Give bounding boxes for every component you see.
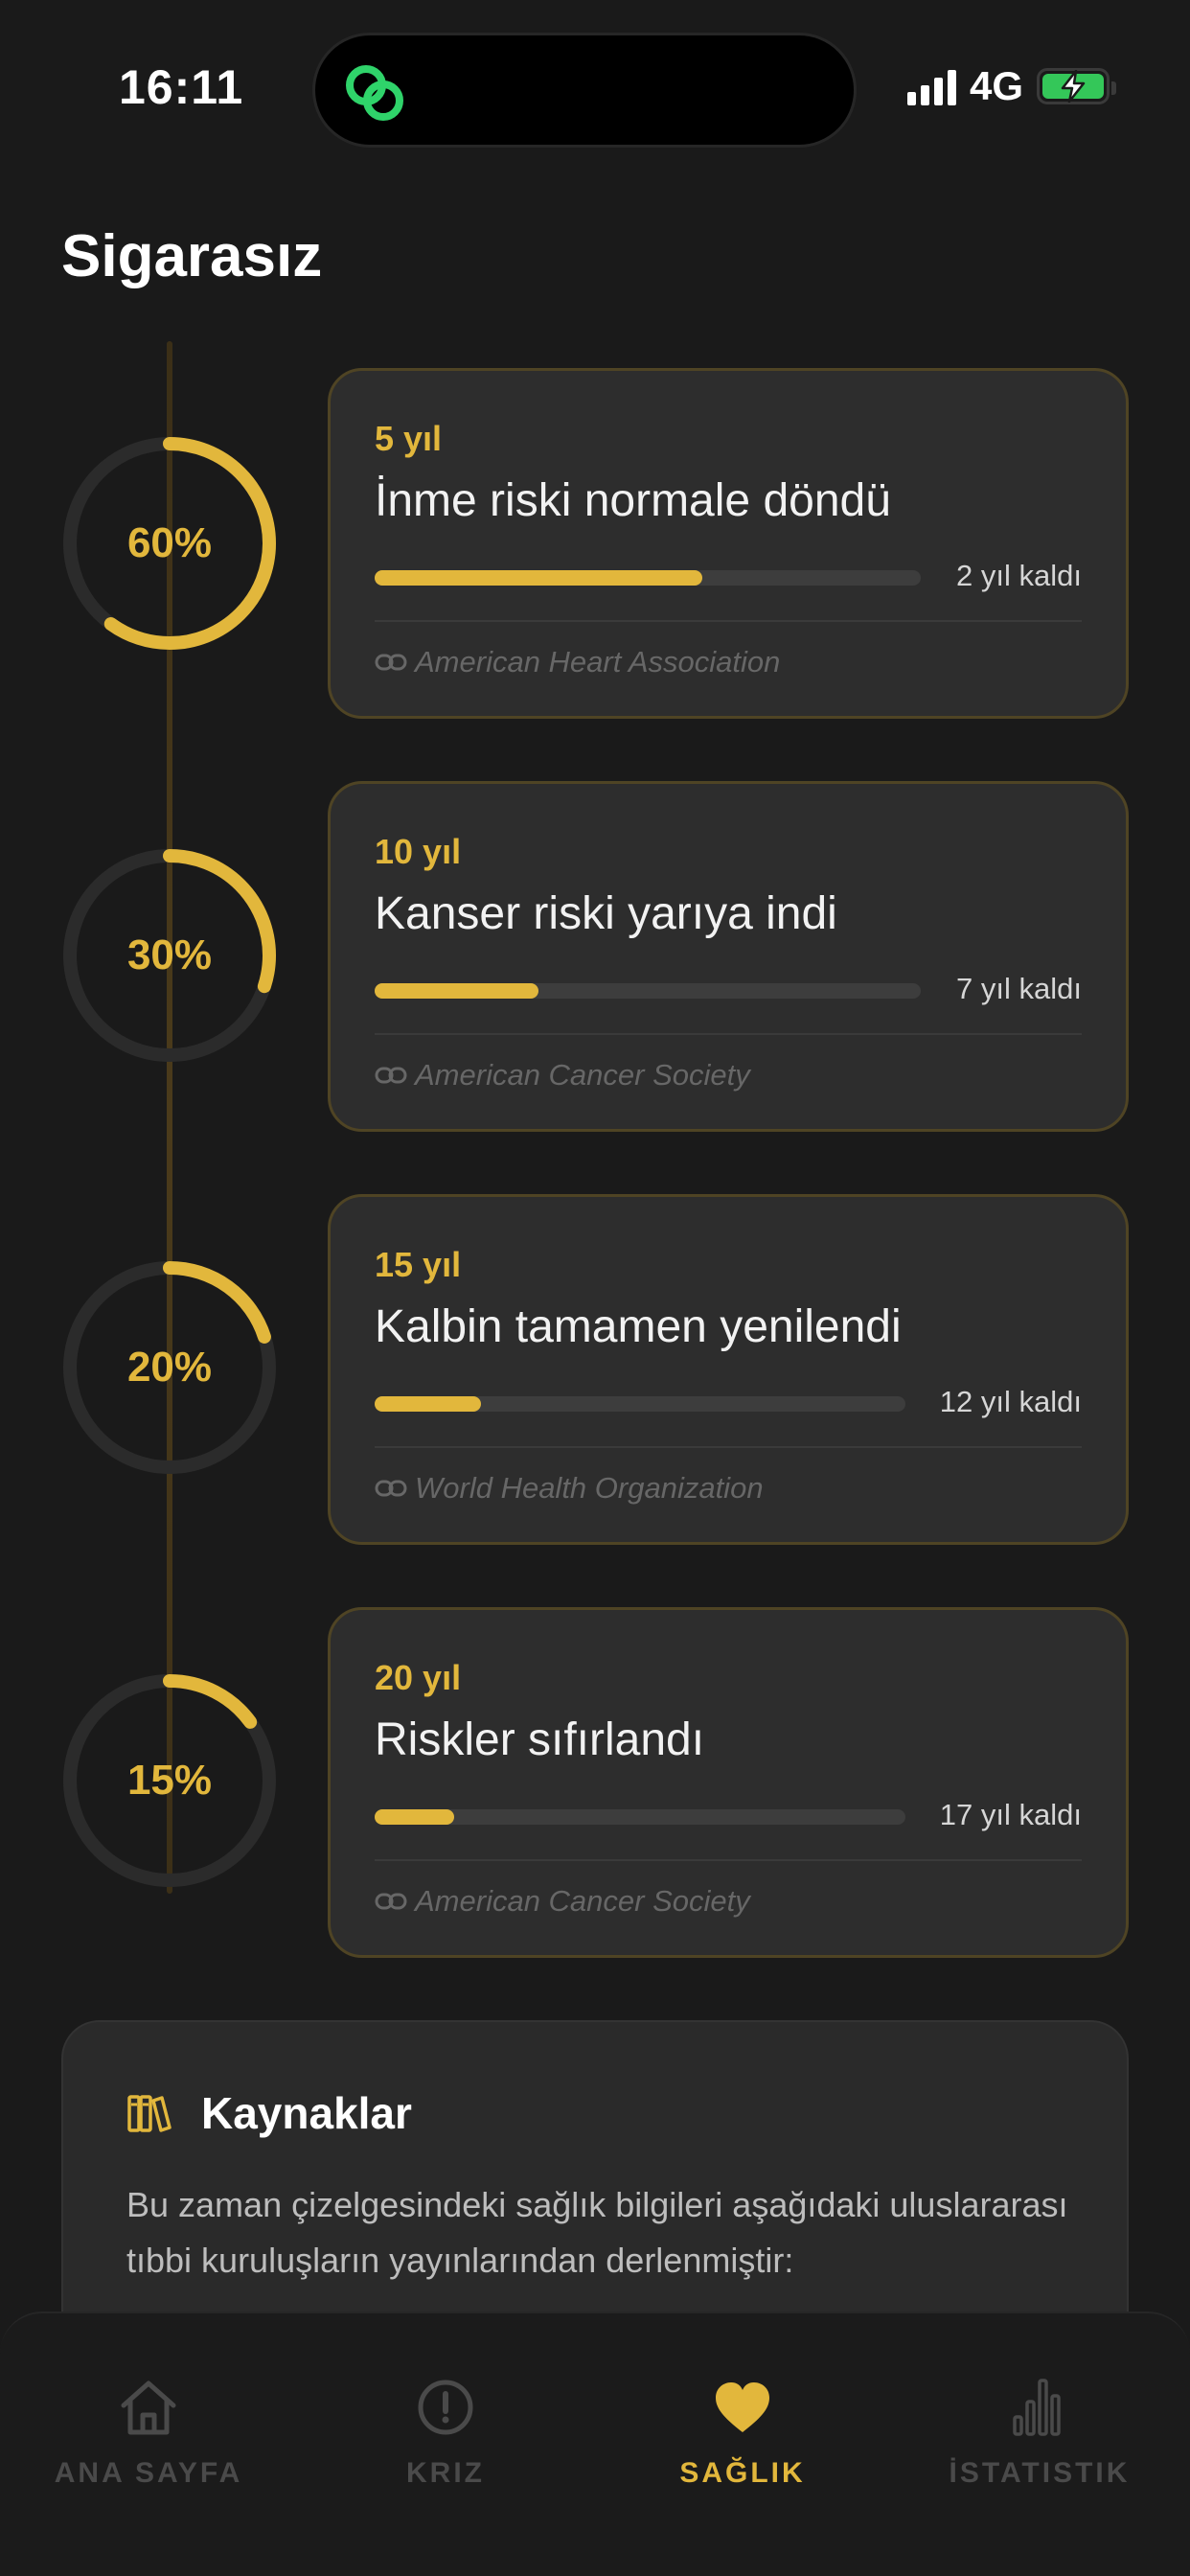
network-type: 4G — [969, 63, 1023, 108]
tab-label: KRIZ — [406, 2457, 485, 2489]
milestone-title: Kanser riski yarıya indi — [375, 888, 837, 939]
milestone-period: 10 yıl — [375, 832, 462, 871]
signal-icon — [906, 67, 956, 105]
source-link[interactable]: American Cancer Society — [375, 1884, 750, 1919]
tab-label: SAĞLIK — [679, 2457, 806, 2489]
milestone-card[interactable]: 5 yıl İnme riski normale döndü 2 yıl kal… — [328, 368, 1129, 719]
ring-percent: 60% — [126, 519, 213, 566]
tab-bar: ANA SAYFA KRIZ SAĞLIK İSTATISTIK — [0, 2312, 1190, 2576]
milestone-period: 20 yıl — [375, 1658, 462, 1697]
bar-chart-icon — [1013, 2379, 1061, 2436]
milestone-title: İnme riski normale döndü — [375, 475, 891, 526]
progress-bar — [375, 983, 921, 999]
page-title: Sigarasız — [61, 223, 323, 289]
card-divider — [375, 1859, 1082, 1861]
progress-ring: 15% — [59, 1670, 280, 1891]
progress-ring: 20% — [59, 1257, 280, 1478]
books-icon — [127, 2095, 172, 2132]
progress-fill — [375, 570, 702, 586]
card-divider — [375, 1033, 1082, 1035]
ring-percent: 30% — [126, 932, 213, 978]
status-time: 16:11 — [119, 60, 244, 114]
tab-crisis[interactable]: KRIZ — [297, 2375, 594, 2490]
dynamic-island — [312, 33, 857, 148]
tab-home[interactable]: ANA SAYFA — [0, 2375, 297, 2490]
progress-ring: 60% — [59, 433, 280, 654]
source-link[interactable]: American Cancer Society — [375, 1058, 750, 1092]
source-name: World Health Organization — [415, 1471, 764, 1505]
alert-circle-icon — [418, 2380, 473, 2435]
progress-fill — [375, 983, 538, 999]
status-indicators: 4G — [906, 63, 1116, 109]
heart-icon — [716, 2382, 769, 2432]
link-icon — [375, 1480, 407, 1497]
tab-label: ANA SAYFA — [54, 2457, 243, 2489]
progress-ring: 30% — [59, 845, 280, 1066]
remaining-time: 7 yıl kaldı — [956, 972, 1082, 1005]
tab-label: İSTATISTIK — [949, 2457, 1131, 2489]
milestone-card[interactable]: 10 yıl Kanser riski yarıya indi 7 yıl ka… — [328, 781, 1129, 1132]
link-icon — [375, 1067, 407, 1084]
charging-bolt-icon — [1061, 70, 1086, 103]
sources-description: Bu zaman çizelgesindeki sağlık bilgileri… — [126, 2185, 1068, 2280]
progress-fill — [375, 1396, 481, 1412]
progress-bar — [375, 1809, 905, 1825]
app-logo-icon — [346, 65, 403, 121]
milestone-title: Riskler sıfırlandı — [375, 1714, 705, 1765]
home-icon — [121, 2380, 176, 2435]
tab-statistics[interactable]: İSTATISTIK — [891, 2375, 1188, 2490]
source-name: American Cancer Society — [415, 1058, 750, 1092]
card-divider — [375, 620, 1082, 622]
milestone-card[interactable]: 15 yıl Kalbin tamamen yenilendi 12 yıl k… — [328, 1194, 1129, 1545]
milestone-period: 15 yıl — [375, 1245, 462, 1284]
remaining-time: 2 yıl kaldı — [956, 559, 1082, 592]
milestone-period: 5 yıl — [375, 419, 443, 458]
progress-fill — [375, 1809, 455, 1825]
source-link[interactable]: World Health Organization — [375, 1471, 764, 1506]
milestone-title: Kalbin tamamen yenilendi — [375, 1301, 902, 1352]
ring-percent: 15% — [126, 1757, 213, 1804]
source-link[interactable]: American Heart Association — [375, 645, 780, 679]
remaining-time: 17 yıl kaldı — [939, 1798, 1082, 1831]
milestone-card[interactable]: 20 yıl Riskler sıfırlandı 17 yıl kaldı A… — [328, 1607, 1129, 1958]
sources-header: Kaynaklar — [126, 2087, 412, 2139]
link-icon — [375, 1893, 407, 1910]
link-icon — [375, 654, 407, 671]
ring-percent: 20% — [126, 1344, 213, 1391]
card-divider — [375, 1446, 1082, 1448]
source-name: American Cancer Society — [415, 1884, 750, 1918]
battery-icon — [1037, 68, 1116, 104]
remaining-time: 12 yıl kaldı — [939, 1385, 1082, 1418]
progress-bar — [375, 1396, 905, 1412]
progress-bar — [375, 570, 921, 586]
source-name: American Heart Association — [415, 645, 781, 678]
status-bar: 16:11 4G — [0, 0, 1190, 182]
tab-health[interactable]: SAĞLIK — [594, 2375, 891, 2490]
sources-title: Kaynaklar — [201, 2088, 412, 2138]
